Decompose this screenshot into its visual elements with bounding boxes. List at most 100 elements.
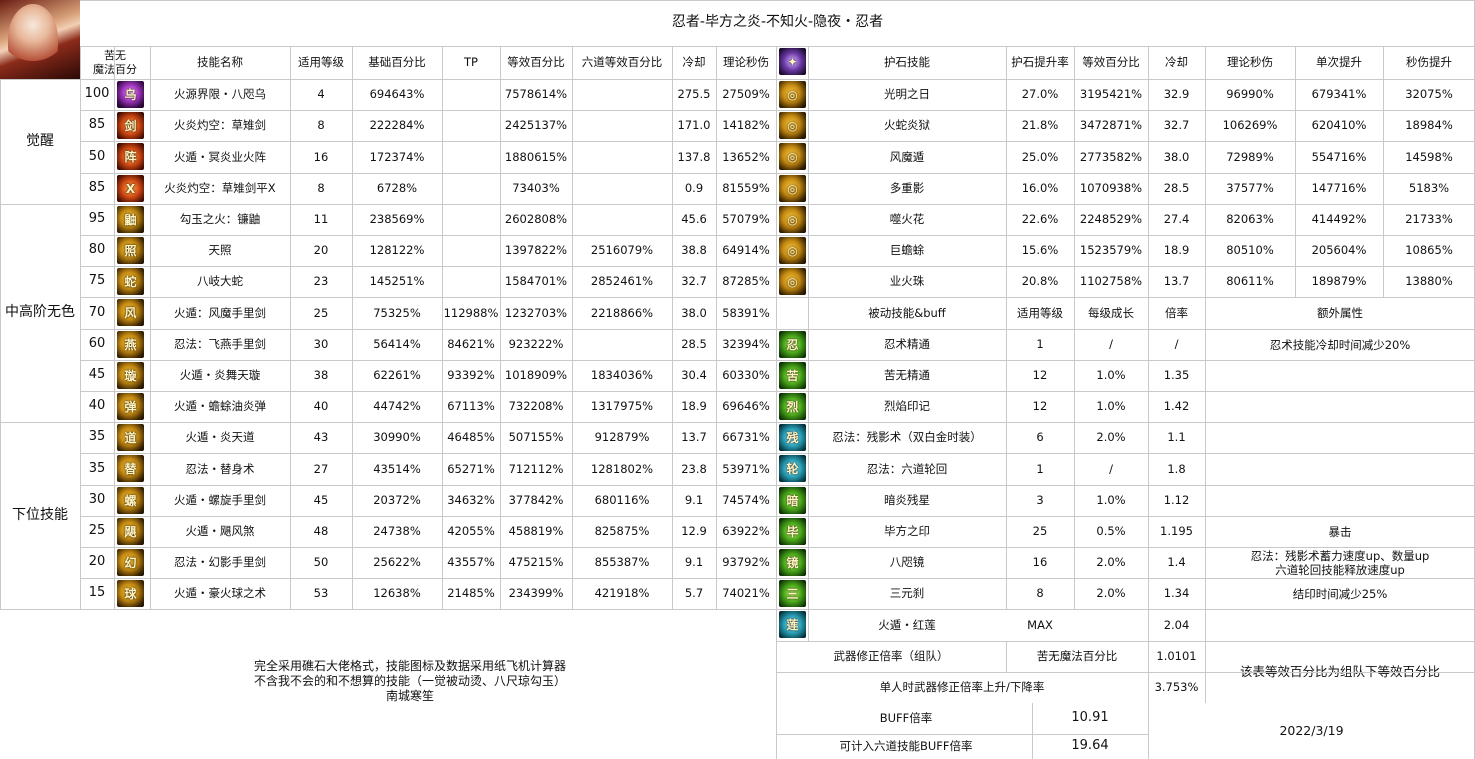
skill-base: 62261% xyxy=(373,368,421,383)
skill-cd: 9.1 xyxy=(684,555,704,570)
talisman-header-dps: 理论秒伤 xyxy=(1227,55,1273,70)
skill-level: 48 xyxy=(313,524,329,539)
fuma-escape-icon: ◎ xyxy=(779,143,806,170)
skill-name: 火炎灼空：草雉剑 xyxy=(174,118,266,133)
skill-base: 238569% xyxy=(369,212,425,227)
talisman-rate: 20.8% xyxy=(1021,274,1059,289)
skill-name: 火遁・炎天道 xyxy=(185,430,255,445)
talisman-gain: 32075% xyxy=(1405,87,1453,102)
skill-tp xyxy=(442,173,500,204)
kunai-percent: 25 xyxy=(88,523,106,539)
talisman-single: 189879% xyxy=(1311,274,1367,289)
skill-tp: 84621% xyxy=(447,337,495,352)
passive-mult: 1.8 xyxy=(1167,461,1186,476)
skill-dps: 58391% xyxy=(722,305,770,320)
kunai-percent: 70 xyxy=(88,304,106,320)
skill-dps: 57079% xyxy=(722,212,770,227)
character-portrait xyxy=(0,0,80,79)
talisman-name: 业火珠 xyxy=(889,274,925,289)
talisman-dps: 37577% xyxy=(1226,181,1274,196)
skill-name: 勾玉之火：镰鼬 xyxy=(179,212,261,227)
group-label: 觉醒 xyxy=(26,132,54,149)
kunai-percent: 30 xyxy=(88,492,106,508)
passive-mult: 2.04 xyxy=(1163,617,1190,632)
skill-six: 1281802% xyxy=(590,461,654,476)
skill-six: 1317975% xyxy=(590,399,654,414)
skill-level: 43 xyxy=(313,430,329,445)
skill-equiv: 7578614% xyxy=(504,87,568,102)
passive-level: 1 xyxy=(1036,461,1044,476)
passive-level: 1 xyxy=(1036,337,1044,352)
skill-base: 694643% xyxy=(369,87,425,102)
talisman-header-equiv: 等效百分比 xyxy=(1082,55,1140,70)
skill-cd: 137.8 xyxy=(677,149,711,164)
skill-tp xyxy=(442,266,500,297)
skill-equiv: 732208% xyxy=(508,399,564,414)
talisman-rate: 16.0% xyxy=(1021,181,1059,196)
skill-six xyxy=(572,204,672,235)
skill-six: 2852461% xyxy=(590,274,654,289)
skill-dps: 74574% xyxy=(722,493,770,508)
skill-six xyxy=(572,79,672,110)
skill-name: 火遁・炎舞天璇 xyxy=(179,368,261,383)
skill-cd: 32.7 xyxy=(681,274,707,289)
skill-tp: 46485% xyxy=(447,430,495,445)
skill-level: 20 xyxy=(313,243,329,258)
skill-name: 忍法・替身术 xyxy=(185,461,255,476)
skill-level: 50 xyxy=(313,555,329,570)
talisman-single: 147716% xyxy=(1311,181,1367,196)
talisman-single: 414492% xyxy=(1311,212,1367,227)
skill-cd: 9.1 xyxy=(684,493,704,508)
skill-equiv: 1584701% xyxy=(504,274,568,289)
talisman-dps: 96990% xyxy=(1226,87,1274,102)
skill-six: 680116% xyxy=(594,493,650,508)
talisman-single: 679341% xyxy=(1311,87,1367,102)
passive-level: 8 xyxy=(1036,586,1044,601)
skill-base: 43514% xyxy=(373,461,421,476)
skill-cd: 275.5 xyxy=(677,87,711,102)
talisman-rate: 21.8% xyxy=(1021,118,1059,133)
talisman-cd: 13.7 xyxy=(1163,274,1190,289)
six-buff-value: 19.64 xyxy=(1071,738,1109,754)
talisman-cd: 38.0 xyxy=(1163,149,1190,164)
skill-dps: 53971% xyxy=(722,461,770,476)
talisman-name: 火蛇炎狱 xyxy=(884,118,930,133)
skill-base: 145251% xyxy=(369,274,425,289)
swallow-shuriken-icon: 燕 xyxy=(117,331,144,358)
skill-dps: 27509% xyxy=(722,87,770,102)
kunai-percent: 35 xyxy=(88,429,106,445)
group-label: 下位技能 xyxy=(12,506,68,523)
passive-level: 12 xyxy=(1032,399,1048,414)
skill-level: 11 xyxy=(313,212,329,227)
skill-cd: 38.8 xyxy=(681,243,707,258)
passive-growth: 1.0% xyxy=(1096,368,1126,383)
skill-base: 25622% xyxy=(373,555,421,570)
skill-six: 1834036% xyxy=(590,368,654,383)
substitution-icon: 替 xyxy=(117,455,144,482)
note-line-3: 南城寒笙 xyxy=(385,689,434,703)
kunai-percent: 95 xyxy=(88,211,106,227)
fire-snake-icon: ◎ xyxy=(779,112,806,139)
skill-equiv: 1018909% xyxy=(504,368,568,383)
skill-name: 火遁・豪火球之术 xyxy=(174,586,266,601)
passive-header-growth: 每级成长 xyxy=(1088,305,1134,320)
passive-extra: 暴击 xyxy=(1328,524,1352,539)
passive-header-extra: 额外属性 xyxy=(1317,305,1363,320)
skill-tp: 42055% xyxy=(447,524,495,539)
passive-name: 烈焰印记 xyxy=(884,399,930,414)
skill-dps: 66731% xyxy=(722,430,770,445)
skill-cd: 13.7 xyxy=(681,430,707,445)
skill-tp xyxy=(442,79,500,110)
skill-base: 6728% xyxy=(376,181,418,196)
purple-crow-icon: 乌 xyxy=(117,81,144,108)
skill-six xyxy=(572,173,672,204)
hurricane-icon: 飓 xyxy=(117,518,144,545)
skill-level: 4 xyxy=(317,87,325,102)
talisman-equiv: 1102758% xyxy=(1079,274,1143,289)
buff-label: BUFF倍率 xyxy=(879,711,933,726)
flame-sword-icon: 剑 xyxy=(117,112,144,139)
skill-level: 8 xyxy=(317,118,325,133)
kunai-percent: 45 xyxy=(88,367,106,383)
skill-equiv: 2602808% xyxy=(504,212,568,227)
talisman-equiv: 3195421% xyxy=(1079,87,1143,102)
